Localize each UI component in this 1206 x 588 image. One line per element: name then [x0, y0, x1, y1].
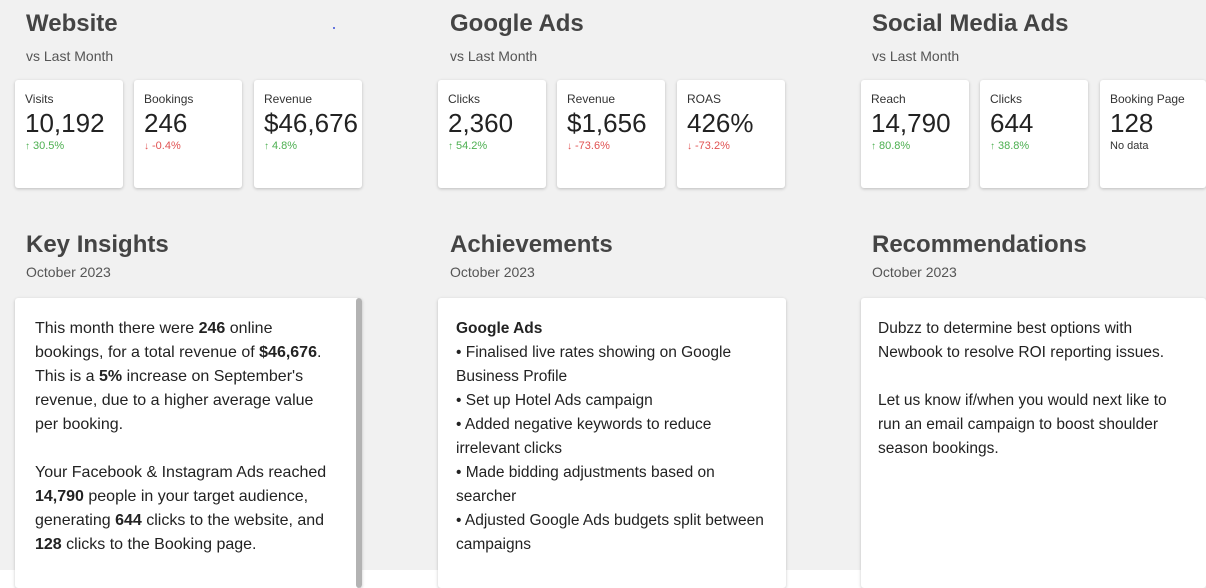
card-delta: ↑ 4.8% [264, 140, 297, 152]
card-value: 644 [990, 108, 1034, 138]
card-delta: ↓ -73.6% [567, 140, 610, 152]
card-label: ROAS [687, 92, 722, 106]
arrow-up-icon: ↑ [990, 141, 995, 152]
card-delta: ↑ 80.8% [871, 140, 910, 152]
arrow-down-icon: ↓ [687, 141, 692, 152]
arrow-up-icon: ↑ [264, 141, 269, 152]
achievement-item: • Added negative keywords to reduce irre… [456, 416, 712, 457]
delta-value: 30.5% [33, 140, 65, 152]
delta-value: -73.6% [575, 140, 610, 152]
social-ads-subtitle: vs Last Month [872, 48, 960, 64]
highlight: 14,790 [35, 488, 84, 505]
arrow-down-icon: ↓ [567, 141, 572, 152]
arrow-up-icon: ↑ [871, 141, 876, 152]
card-value: 426% [687, 108, 754, 138]
card-value: $1,656 [567, 108, 647, 138]
social-ads-panel: Social Media Ads vs Last Month Reach 14,… [852, 0, 1206, 588]
text: This month there were [35, 320, 199, 337]
arrow-up-icon: ↑ [25, 141, 30, 152]
recommendations-card: Dubzz to determine best options with New… [861, 298, 1206, 588]
card-label: Clicks [448, 92, 480, 106]
ads-revenue-card: Revenue $1,656 ↓ -73.6% [557, 80, 665, 188]
delta-value: 4.8% [272, 140, 298, 152]
card-value: 14,790 [871, 108, 951, 138]
google-ads-title: Google Ads [450, 10, 584, 37]
delta-value: 38.8% [998, 140, 1030, 152]
achievements-title: Achievements [450, 231, 613, 258]
card-value: $46,676 [264, 108, 358, 138]
stray-dot [333, 27, 335, 29]
achievements-subtitle: October 2023 [450, 264, 535, 280]
card-value: 10,192 [25, 108, 105, 138]
google-ads-subtitle: vs Last Month [450, 48, 538, 64]
highlight: 246 [198, 320, 226, 337]
clicks-card: Clicks 2,360 ↑ 54.2% [438, 80, 546, 188]
achievements-body: Google Ads • Finalised live rates showin… [456, 317, 766, 557]
highlight: 5% [99, 368, 123, 385]
social-clicks-card: Clicks 644 ↑ 38.8% [980, 80, 1088, 188]
card-delta: ↑ 54.2% [448, 140, 487, 152]
insights-subtitle: October 2023 [26, 264, 111, 280]
card-label: Clicks [990, 92, 1022, 106]
booking-page-card: Booking Page 128 No data [1100, 80, 1206, 188]
highlight: 128 [35, 536, 62, 553]
achievements-card: Google Ads • Finalised live rates showin… [438, 298, 786, 588]
recommendations-subtitle: October 2023 [872, 264, 957, 280]
website-subtitle: vs Last Month [26, 48, 114, 64]
social-ads-title: Social Media Ads [872, 10, 1069, 37]
recommendation-paragraph: Let us know if/when you would next like … [878, 392, 1167, 457]
delta-value: -0.4% [152, 140, 181, 152]
text: Your Facebook & Instagram Ads reached [35, 464, 327, 481]
delta-value: 54.2% [456, 140, 488, 152]
website-title: Website [26, 10, 118, 37]
recommendation-paragraph: Dubzz to determine best options with New… [878, 320, 1165, 361]
card-delta: No data [1110, 140, 1149, 152]
google-ads-panel: Google Ads vs Last Month Clicks 2,360 ↑ 5… [426, 0, 852, 588]
insights-paragraph: Your Facebook & Instagram Ads reached 14… [35, 461, 340, 557]
card-label: Visits [25, 92, 54, 106]
insights-title: Key Insights [26, 231, 169, 258]
text: clicks to the Booking page. [61, 536, 257, 553]
card-value: 2,360 [448, 108, 514, 138]
bookings-card: Bookings 246 ↓ -0.4% [134, 80, 242, 188]
revenue-card: Revenue $46,676 ↑ 4.8% [254, 80, 362, 188]
card-delta: ↓ -73.2% [687, 140, 730, 152]
scrollbar[interactable] [356, 298, 362, 588]
delta-value: -73.2% [695, 140, 730, 152]
arrow-up-icon: ↑ [448, 141, 453, 152]
card-label: Reach [871, 92, 906, 106]
visits-card: Visits 10,192 ↑ 30.5% [15, 80, 123, 188]
achievements-heading: Google Ads [456, 320, 543, 337]
card-value: 128 [1110, 108, 1154, 138]
card-delta: ↑ 38.8% [990, 140, 1029, 152]
achievement-item: • Made bidding adjustments based on sear… [456, 464, 715, 505]
card-value: 246 [144, 108, 188, 138]
achievement-item: • Finalised live rates showing on Google… [456, 344, 732, 385]
achievement-item: • Adjusted Google Ads budgets split betw… [456, 512, 764, 553]
card-label: Revenue [567, 92, 616, 106]
card-label: Bookings [144, 92, 194, 106]
insights-card: This month there were 246 online booking… [15, 298, 362, 588]
card-label: Revenue [264, 92, 313, 106]
text: clicks to the website, and [141, 512, 325, 529]
card-delta: ↑ 30.5% [25, 140, 64, 152]
highlight: 644 [115, 512, 142, 529]
recommendations-title: Recommendations [872, 231, 1087, 258]
roas-card: ROAS 426% ↓ -73.2% [677, 80, 785, 188]
arrow-down-icon: ↓ [144, 141, 149, 152]
website-panel: Website vs Last Month Visits 10,192 ↑ 30.… [0, 0, 426, 588]
reach-card: Reach 14,790 ↑ 80.8% [861, 80, 969, 188]
insights-body: This month there were 246 online booking… [35, 317, 340, 581]
achievement-item: • Set up Hotel Ads campaign [456, 392, 653, 409]
card-delta: ↓ -0.4% [144, 140, 181, 152]
delta-value: 80.8% [879, 140, 911, 152]
highlight: $46,676 [259, 344, 317, 361]
insights-paragraph: This month there were 246 online booking… [35, 317, 340, 437]
delta-value: No data [1110, 140, 1149, 152]
recommendations-body: Dubzz to determine best options with New… [878, 317, 1190, 485]
card-label: Booking Page [1110, 92, 1185, 106]
